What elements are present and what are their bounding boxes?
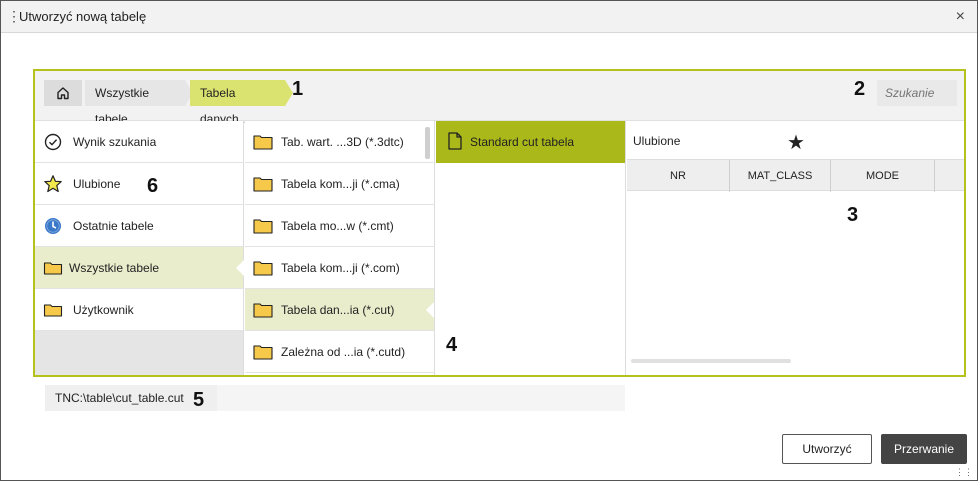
callout-3: 3 [847,204,859,226]
template-item-label: Standard cut tabela [470,135,575,149]
list-item[interactable]: Tab. wart. ...3D (*.3dtc) [245,121,434,163]
list-item-label: Zależna od ...ia (*.cutd) [281,345,406,359]
list-item-label: Tabela dan...ia (*.cut) [281,303,395,317]
column-header-mode: MODE [831,160,935,192]
sidebar-item-all-tables[interactable]: Wszystkie tabele [35,247,244,289]
column-header-nr: NR [627,160,730,192]
sidebar-item-user[interactable]: Użytkownik [35,289,243,331]
breadcrumb-data-table[interactable]: Tabela danych... [190,80,293,126]
preview-panel: Ulubione ★ NR MAT_CLASS MODE [627,121,964,375]
create-table-dialog: ⋮ Utworzyć nową tabelę × Wszystkie tabel… [0,0,978,481]
breadcrumb-all-tables[interactable]: Wszystkie tabele [85,80,193,126]
horizontal-scrollbar[interactable] [631,359,791,363]
document-icon [448,132,462,150]
dialog-titlebar[interactable]: ⋮ Utworzyć nową tabelę × [1,1,977,33]
folder-icon [43,262,63,275]
folder-icon [253,177,273,192]
callout-4: 4 [446,334,458,356]
list-item-label: Tabela kom...ji (*.cma) [281,177,400,191]
cancel-button[interactable]: Przerwanie [881,434,967,464]
list-item[interactable]: Tabela mo...w (*.cmt) [245,205,434,247]
star-outline-icon [44,175,62,193]
clock-icon [45,218,61,234]
list-item[interactable]: Zależna od ...ia (*.cutd) [245,331,434,373]
sidebar: Wynik szukania Ulubione Ostatnie tabele … [35,121,244,375]
favorites-row: Ulubione ★ [627,121,964,159]
dialog-title: Utworzyć nową tabelę [19,9,147,24]
folder-icon [253,135,273,150]
create-button[interactable]: Utworzyć [782,434,872,464]
sidebar-item-favorites[interactable]: Ulubione [35,163,243,205]
column-header-mat-class: MAT_CLASS [730,160,831,192]
folder-icon [43,304,63,317]
list-item[interactable]: Tabela kom...ji (*.com) [245,247,434,289]
callout-1: 1 [292,78,304,100]
folder-icon [253,345,273,360]
template-item-selected[interactable]: Standard cut tabela [436,121,625,163]
list-item[interactable]: Tabela kom...ji (*.cma) [245,163,434,205]
sidebar-item-recent-tables[interactable]: Ostatnie tabele [35,205,243,247]
sidebar-item-label: Ulubione [73,177,121,191]
close-icon[interactable]: × [956,8,965,26]
vertical-scrollbar[interactable] [425,127,430,159]
table-type-list: Tab. wart. ...3D (*.3dtc) Tabela kom...j… [245,121,435,375]
folder-icon [253,303,273,318]
sidebar-item-label: Wszystkie tabele [69,261,160,275]
home-button[interactable] [44,80,82,106]
template-list: Standard cut tabela [436,121,626,375]
search-input[interactable] [877,80,957,106]
callout-2: 2 [854,78,866,100]
callout-5: 5 [193,389,205,411]
check-circle-icon [44,133,62,151]
table-header: NR MAT_CLASS MODE [627,159,964,192]
sidebar-filler [35,331,243,375]
sidebar-item-search-results[interactable]: Wynik szukania [35,121,243,163]
list-item-selected[interactable]: Tabela dan...ia (*.cut) [245,289,434,331]
path-field[interactable]: TNC:\table\cut_table.cut [45,385,625,411]
browser-topbar: Wszystkie tabele Tabela danych... [35,71,964,126]
favorites-label: Ulubione [633,134,681,148]
path-value: TNC:\table\cut_table.cut [55,391,184,405]
list-item-label: Tabela kom...ji (*.com) [281,261,400,275]
folder-icon [253,261,273,276]
folder-icon [253,219,273,234]
callout-6: 6 [147,175,159,197]
home-icon [57,87,69,100]
sidebar-item-label: Ostatnie tabele [73,219,154,233]
table-browser-frame: Wszystkie tabele Tabela danych... Wynik … [33,69,966,377]
star-filled-icon[interactable]: ★ [787,130,805,155]
list-item-label: Tabela mo...w (*.cmt) [281,219,394,233]
path-field-remainder[interactable] [217,385,625,411]
list-item-label: Tab. wart. ...3D (*.3dtc) [281,135,404,149]
sidebar-item-label: Użytkownik [73,303,134,317]
sidebar-item-label: Wynik szukania [73,135,157,149]
resize-grip-icon[interactable]: ⋮⋮ [955,467,973,478]
